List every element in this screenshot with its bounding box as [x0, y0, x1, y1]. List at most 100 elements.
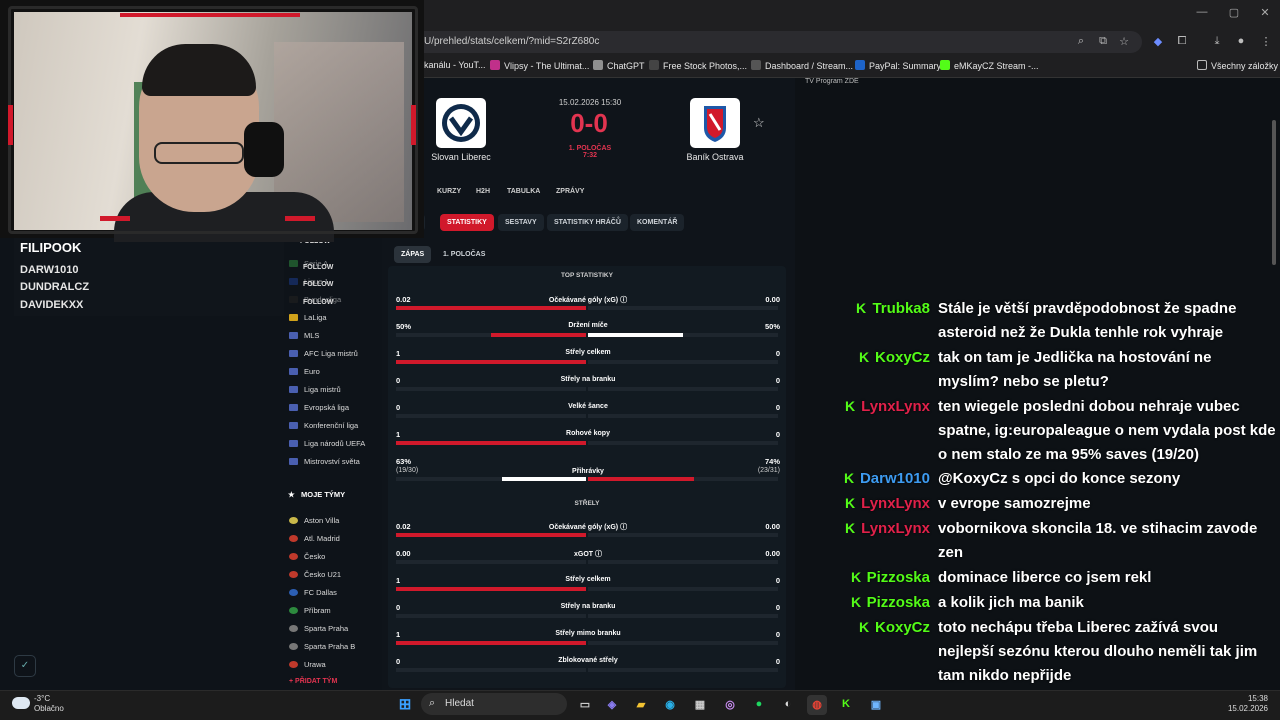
stat-home-value: 0 — [396, 376, 401, 385]
my-team-item[interactable]: Atl. Madrid — [289, 534, 340, 543]
download-icon[interactable]: ⤓ — [1209, 35, 1225, 48]
edge-icon[interactable]: ◉ — [660, 695, 680, 715]
spotify-icon[interactable]: ● — [749, 695, 769, 715]
chat-username[interactable]: LynxLynx — [861, 517, 930, 541]
home-bar-track — [396, 477, 586, 481]
my-team-item[interactable]: Příbram — [289, 606, 331, 615]
league-item[interactable]: Ligue 1 — [289, 277, 329, 286]
period-tab-match[interactable]: ZÁPAS — [394, 246, 432, 263]
away-team-logo[interactable] — [690, 98, 740, 148]
tab-lineups[interactable]: SESTAVY — [498, 214, 544, 231]
league-item[interactable]: Liga národů UEFA — [289, 439, 365, 448]
bookmark-label: kanálu - YouT... — [424, 60, 486, 70]
my-team-item[interactable]: Česko — [289, 552, 325, 561]
home-team-name[interactable]: Slovan Liberec — [416, 152, 506, 162]
league-label: Evropská liga — [304, 403, 350, 412]
chat-username[interactable]: Darw1010 — [860, 467, 930, 491]
league-item[interactable]: Serie A — [289, 259, 328, 268]
bookmark-star-icon[interactable]: ☆ — [1116, 35, 1132, 48]
app-icon[interactable]: ◎ — [720, 695, 740, 715]
stat-name: Střely na branku — [560, 603, 616, 610]
app-icon[interactable]: ▣ — [866, 695, 886, 715]
scrollbar-thumb[interactable] — [1272, 120, 1276, 265]
team-label: Urawa — [304, 660, 326, 669]
chat-username[interactable]: Pizzoska — [867, 591, 930, 615]
all-bookmarks[interactable]: Všechny záložky — [1197, 60, 1278, 71]
steam-icon[interactable]: ◐ — [778, 695, 798, 715]
teams-icon[interactable]: ◈ — [602, 695, 622, 715]
minimize-icon[interactable]: — — [1192, 6, 1212, 18]
league-item[interactable]: Euro — [289, 367, 320, 376]
subnav-tabulka[interactable]: TABULKA — [507, 188, 540, 195]
league-item[interactable]: LaLiga — [289, 313, 327, 322]
bookmark-vlipsy[interactable]: Vlipsy - The Ultimat... — [490, 60, 589, 71]
subnav-zpravy[interactable]: ZPRÁVY — [556, 188, 584, 195]
away-team-name[interactable]: Baník Ostrava — [670, 152, 760, 162]
chat-username[interactable]: LynxLynx — [861, 492, 930, 516]
windows-start-icon[interactable]: ⊞ — [395, 695, 415, 715]
tab-statistics[interactable]: STATISTIKY — [440, 214, 494, 231]
league-item[interactable]: Bundesliga — [289, 295, 341, 304]
add-team-button[interactable]: + PŘIDAT TÝM — [289, 678, 337, 685]
address-bar[interactable]: U/prehled/stats/celkem/?mid=S2rZ680c — [412, 31, 1142, 53]
bookmark-dashboard[interactable]: Dashboard / Stream... — [751, 60, 853, 71]
tab-commentary[interactable]: KOMENTÁŘ — [630, 214, 685, 231]
taskbar-clock[interactable]: 15:38 15.02.2026 — [1228, 694, 1268, 714]
league-item[interactable]: Konferenční liga — [289, 421, 358, 430]
league-item[interactable]: MLS — [289, 331, 319, 340]
my-team-item[interactable]: Aston Villa — [289, 516, 339, 525]
kick-badge-icon: K — [845, 398, 856, 414]
bookmark-chatgpt[interactable]: ChatGPT — [593, 60, 645, 71]
subnav-h2h[interactable]: H2H — [476, 188, 490, 195]
bookmark-free-stock-photos[interactable]: Free Stock Photos,... — [649, 60, 747, 71]
period-tab-first-half[interactable]: 1. POLOČAS — [436, 246, 492, 263]
chat-username[interactable]: KoxyCz — [875, 346, 930, 370]
stat-name: Střely mimo branku — [555, 630, 621, 637]
my-team-item[interactable]: Sparta Praha — [289, 624, 348, 633]
my-team-item[interactable]: Česko U21 — [289, 570, 341, 579]
my-team-item[interactable]: Urawa — [289, 660, 326, 669]
away-bar-track — [588, 477, 778, 481]
league-label: Mistrovství světa — [304, 457, 360, 466]
home-bar-fill — [396, 641, 586, 645]
tv-program-link[interactable]: TV Program ZDE — [805, 78, 859, 85]
frame-accent — [411, 105, 416, 145]
extension-icon[interactable]: ◆ — [1150, 35, 1166, 48]
league-item[interactable]: Evropská liga — [289, 403, 349, 412]
home-team-logo[interactable] — [436, 98, 486, 148]
file-explorer-icon[interactable]: ▰ — [631, 695, 651, 715]
shield-check-icon[interactable]: ✓ — [14, 655, 36, 677]
zoom-icon[interactable]: ⌕ — [1073, 35, 1089, 48]
bookmark-youtube[interactable]: kanálu - YouT... — [424, 60, 486, 70]
chrome-icon[interactable]: ◍ — [807, 695, 827, 715]
my-team-item[interactable]: Sparta Praha B — [289, 642, 355, 651]
league-item[interactable]: AFC Liga mistrů — [289, 349, 358, 358]
profile-avatar-icon[interactable]: ● — [1233, 35, 1249, 47]
extensions-puzzle-icon[interactable]: ⧠ — [1174, 35, 1190, 48]
install-app-icon[interactable]: ⧉ — [1095, 35, 1111, 48]
kick-icon[interactable]: K — [836, 695, 856, 715]
maximize-icon[interactable]: ▢ — [1224, 6, 1244, 19]
favorite-star-icon[interactable]: ☆ — [753, 115, 765, 131]
task-view-icon[interactable]: ▭ — [575, 695, 595, 715]
bookmark-paypal[interactable]: PayPal: Summary — [855, 60, 941, 71]
chat-username[interactable]: Pizzoska — [867, 566, 930, 590]
chat-username[interactable]: LynxLynx — [861, 395, 930, 419]
chat-username[interactable]: Trubka8 — [872, 297, 930, 321]
store-icon[interactable]: ▦ — [690, 695, 710, 715]
weather-widget[interactable]: -3°C Oblačno — [34, 694, 64, 714]
my-team-item[interactable]: FC Dallas — [289, 588, 337, 597]
menu-kebab-icon[interactable]: ⋮ — [1258, 35, 1274, 48]
taskbar-search[interactable]: ⌕ Hledat — [421, 693, 567, 715]
stat-away-value: 50% — [764, 322, 780, 331]
home-bar-fill — [396, 441, 586, 445]
away-bar-track — [588, 387, 778, 391]
home-bar-fill — [502, 477, 586, 481]
league-item[interactable]: Mistrovství světa — [289, 457, 360, 466]
tab-player-stats[interactable]: STATISTIKY HRÁČŮ — [547, 214, 628, 231]
bookmark-emkaycz[interactable]: eMKayCZ Stream -... — [940, 60, 1039, 71]
subnav-kurzy[interactable]: KURZY — [437, 188, 461, 195]
league-item[interactable]: Liga mistrů — [289, 385, 341, 394]
close-icon[interactable]: ✕ — [1255, 6, 1275, 19]
chat-username[interactable]: KoxyCz — [875, 616, 930, 640]
